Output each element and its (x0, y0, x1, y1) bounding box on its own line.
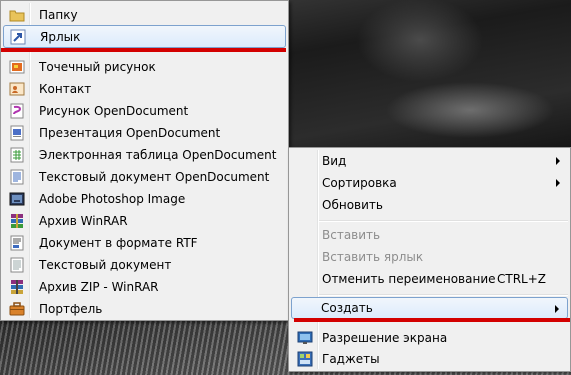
menu-item-gadgets[interactable]: Гаджеты (291, 348, 568, 370)
new-folder-item[interactable]: Папку (3, 4, 286, 26)
menu-item-refresh[interactable]: Обновить (291, 194, 568, 216)
photoshop-icon (9, 191, 25, 207)
folder-icon (9, 7, 25, 23)
new-odg-drawing-item[interactable]: Рисунок OpenDocument (3, 100, 286, 122)
gadgets-icon (297, 351, 313, 367)
new-zip-archive-item[interactable]: Архив ZIP - WinRAR (3, 276, 286, 298)
ods-spreadsheet-icon (9, 147, 25, 163)
new-winrar-archive-item[interactable]: Архив WinRAR (3, 210, 286, 232)
odg-drawing-icon (9, 103, 25, 119)
new-contact-item[interactable]: Контакт (3, 78, 286, 100)
new-shortcut-item[interactable]: Ярлык (3, 25, 286, 48)
text-document-icon (9, 257, 25, 273)
menu-item-screen-resolution[interactable]: Разрешение экрана (291, 327, 568, 349)
highlight-underline-shortcut (1, 48, 286, 52)
new-odt-text-item[interactable]: Текстовый документ OpenDocument (3, 166, 286, 188)
undo-shortcut-hint: CTRL+Z (496, 272, 546, 286)
new-odp-presentation-item[interactable]: Презентация OpenDocument (3, 122, 286, 144)
shortcut-icon (10, 29, 26, 45)
new-bitmap-item[interactable]: Точечный рисунок (3, 56, 286, 78)
menu-item-sort[interactable]: Сортировка (291, 172, 568, 194)
desktop-context-menu: Вид Сортировка Обновить Вставить Вставит… (288, 147, 571, 372)
briefcase-icon (9, 301, 25, 317)
menu-separator (319, 294, 568, 296)
submenu-arrow-icon (556, 157, 560, 165)
menu-item-undo-rename[interactable]: Отменить переименование CTRL+Z (291, 268, 568, 290)
odp-presentation-icon (9, 125, 25, 141)
new-photoshop-image-item[interactable]: Adobe Photoshop Image (3, 188, 286, 210)
menu-item-view[interactable]: Вид (291, 150, 568, 172)
submenu-arrow-icon (556, 179, 560, 187)
odt-text-icon (9, 169, 25, 185)
winrar-icon (9, 213, 25, 229)
new-item-submenu: Папку Ярлык Точечный рисунок Контакт Рис… (0, 0, 289, 321)
new-text-document-item[interactable]: Текстовый документ (3, 254, 286, 276)
new-rtf-document-item[interactable]: Документ в формате RTF (3, 232, 286, 254)
bitmap-icon (9, 59, 25, 75)
menu-separator (319, 220, 568, 222)
menu-item-paste-shortcut[interactable]: Вставить ярлык (291, 246, 568, 268)
menu-item-create[interactable]: Создать (291, 297, 568, 319)
rtf-document-icon (9, 235, 25, 251)
submenu-arrow-icon (555, 305, 559, 313)
new-briefcase-item[interactable]: Портфель (3, 298, 286, 320)
contact-icon (9, 81, 25, 97)
menu-item-paste[interactable]: Вставить (291, 224, 568, 246)
monitor-icon (297, 330, 313, 346)
highlight-underline-create (294, 318, 570, 322)
zip-archive-icon (9, 279, 25, 295)
new-ods-spreadsheet-item[interactable]: Электронная таблица OpenDocument (3, 144, 286, 166)
